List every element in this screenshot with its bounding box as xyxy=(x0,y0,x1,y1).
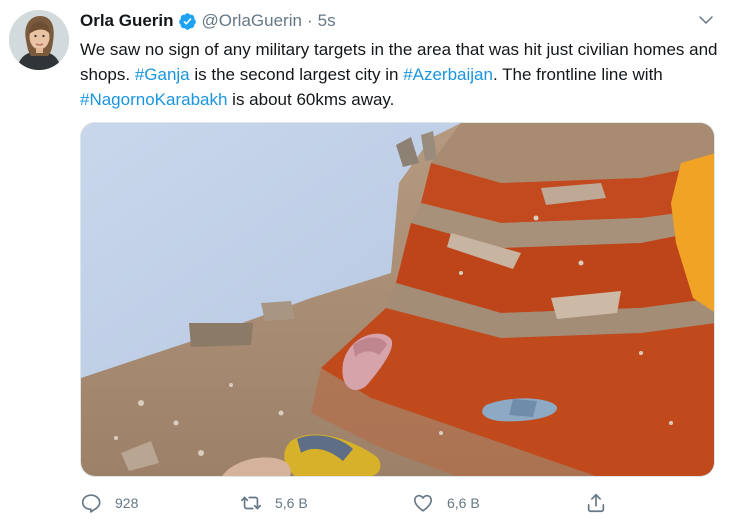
avatar[interactable] xyxy=(9,10,69,70)
hashtag-nagornokarabakh[interactable]: #NagornoKarabakh xyxy=(80,90,227,109)
tweet-text-segment: is about 60kms away. xyxy=(227,90,395,109)
tweet-actions: 928 5,6 B 6,6 B xyxy=(80,489,640,517)
author-handle[interactable]: @OrlaGuerin xyxy=(202,11,302,31)
share-button[interactable] xyxy=(585,489,607,517)
reply-icon xyxy=(81,494,101,513)
photo-damaged-stairs xyxy=(81,123,714,476)
like-button[interactable]: 6,6 B xyxy=(412,489,480,517)
tweet-text: We saw no sign of any military targets i… xyxy=(80,37,720,112)
share-icon xyxy=(587,493,605,513)
tweet-photo[interactable] xyxy=(80,122,715,477)
heart-icon xyxy=(413,494,433,512)
tweet[interactable]: Orla Guerin @OrlaGuerin · 5s We saw no s… xyxy=(0,0,734,522)
like-count: 6,6 B xyxy=(447,495,480,511)
author-name[interactable]: Orla Guerin xyxy=(80,11,174,31)
hashtag-ganja[interactable]: #Ganja xyxy=(135,65,190,84)
retweet-button[interactable]: 5,6 B xyxy=(240,489,308,517)
separator-dot: · xyxy=(306,11,313,30)
verified-badge-icon xyxy=(178,12,196,30)
chevron-down-icon xyxy=(699,16,713,24)
reply-count: 928 xyxy=(115,495,139,511)
tweet-text-segment: is the second largest city in xyxy=(189,65,404,84)
retweet-count: 5,6 B xyxy=(275,495,308,511)
retweet-icon xyxy=(241,496,261,510)
tweet-menu-button[interactable] xyxy=(694,8,718,32)
tweet-timestamp[interactable]: 5s xyxy=(318,11,336,31)
hashtag-azerbaijan[interactable]: #Azerbaijan xyxy=(403,65,493,84)
reply-button[interactable]: 928 xyxy=(80,489,138,517)
tweet-header: Orla Guerin @OrlaGuerin · 5s xyxy=(80,9,336,33)
tweet-text-segment: . The frontline line with xyxy=(492,65,663,84)
